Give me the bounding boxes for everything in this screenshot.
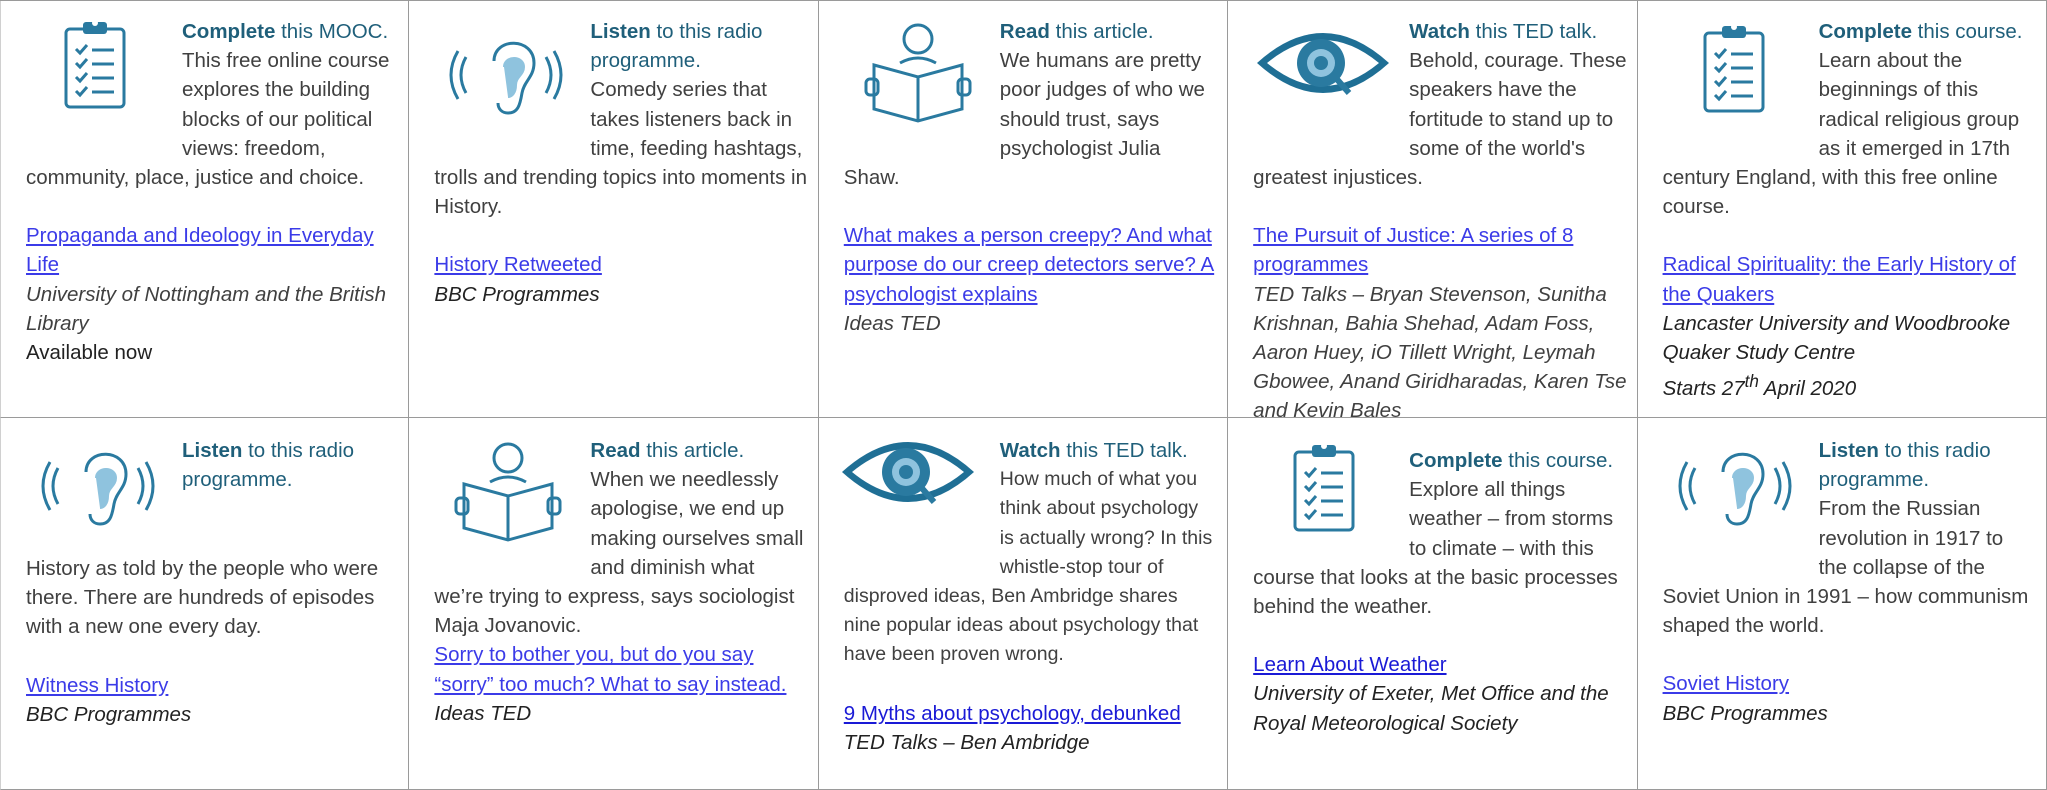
resource-card: Listen to this radio programme. Comedy s… [409,1,819,418]
resource-link[interactable]: Propaganda and Ideology in Everyday Life [26,221,398,279]
eye-icon [1253,17,1401,135]
resource-link[interactable]: Soviet History [1663,669,2036,698]
card-verb: Watch [1409,20,1470,43]
card-heading-rest: this article. [1049,20,1154,43]
resource-link[interactable]: Sorry to bother you, but do you say “sor… [434,640,807,698]
resource-card: Read this article. When we needlessly ap… [409,418,819,790]
resource-source: University of Exeter, Met Office and the… [1253,682,1609,735]
resource-source: University of Nottingham and the British… [26,282,387,335]
resource-card: Watch this TED talk. How much of what yo… [818,418,1229,790]
start-date-suffix: April 2020 [1758,377,1857,401]
resource-source: Lancaster University and Woodbrooke Quak… [1662,311,2011,365]
resource-source: TED Talks – Bryan Stevenson, Sunitha Kri… [1253,282,1627,418]
card-verb: Listen [1818,439,1879,462]
resource-source: TED Talks – Ben Ambridge [843,730,1090,754]
reader-icon [434,436,582,554]
resource-source: BBC Programmes [1662,701,1828,725]
card-heading-rest: this TED talk. [1060,439,1188,462]
card-verb: Listen [182,439,243,462]
resource-card: Watch this TED talk. Behold, courage. Th… [1228,1,1638,418]
resource-card: Read this article. We humans are pretty … [818,1,1229,418]
resource-link[interactable]: Radical Spirituality: the Early History … [1663,250,2036,308]
resource-link[interactable]: What makes a person creepy? And what pur… [844,221,1217,309]
eye-icon [841,436,992,554]
clipboard-icon [1663,17,1811,135]
resource-source: BBC Programmes [434,282,600,306]
resource-link[interactable]: 9 Myths about psychology, debunked [844,699,1217,728]
resource-card: Complete this course. Learn about the be… [1637,1,2047,418]
reader-icon [844,17,992,135]
clipboard-icon [26,17,174,135]
start-date-ordinal: th [1744,372,1759,392]
card-verb: Complete [182,20,276,43]
card-verb: Complete [1409,449,1503,472]
card-verb: Complete [1818,20,1912,43]
card-verb: Listen [590,20,651,43]
card-verb: Read [999,20,1050,43]
card-verb: Watch [999,439,1061,462]
card-heading-rest: this MOOC. [275,20,389,43]
resource-link[interactable]: History Retweeted [434,250,807,279]
ear-icon [1663,436,1811,554]
availability: Available now [26,341,153,365]
resource-card: Complete this course. Explore all things… [1228,418,1638,790]
card-heading-rest: this course. [1502,449,1614,472]
resource-link[interactable]: The Pursuit of Justice: A series of 8 pr… [1253,221,1626,279]
ear-icon [434,17,582,135]
resource-grid: Complete this MOOC. This free online cou… [0,0,2047,790]
card-verb: Read [590,439,641,462]
card-description: History as told by the people who were t… [26,557,379,639]
resource-source: BBC Programmes [26,702,192,726]
clipboard-icon [1253,436,1401,554]
resource-source: Ideas TED [843,311,941,335]
resource-link[interactable]: Learn About Weather [1253,650,1626,679]
ear-icon [26,436,174,554]
card-heading-rest: this article. [640,439,745,462]
start-date-prefix: Starts 27 [1662,377,1745,401]
start-date: Starts 27th April 2020 [1663,367,2036,403]
card-heading-rest: this TED talk. [1469,20,1598,43]
resource-card: Listen to this radio programme. History … [0,418,410,790]
resource-link[interactable]: Witness History [26,671,398,700]
resource-source: Ideas TED [434,701,532,725]
card-heading-rest: this course. [1911,20,2023,43]
resource-card: Listen to this radio programme. From the… [1637,418,2047,790]
resource-card: Complete this MOOC. This free online cou… [0,1,410,418]
